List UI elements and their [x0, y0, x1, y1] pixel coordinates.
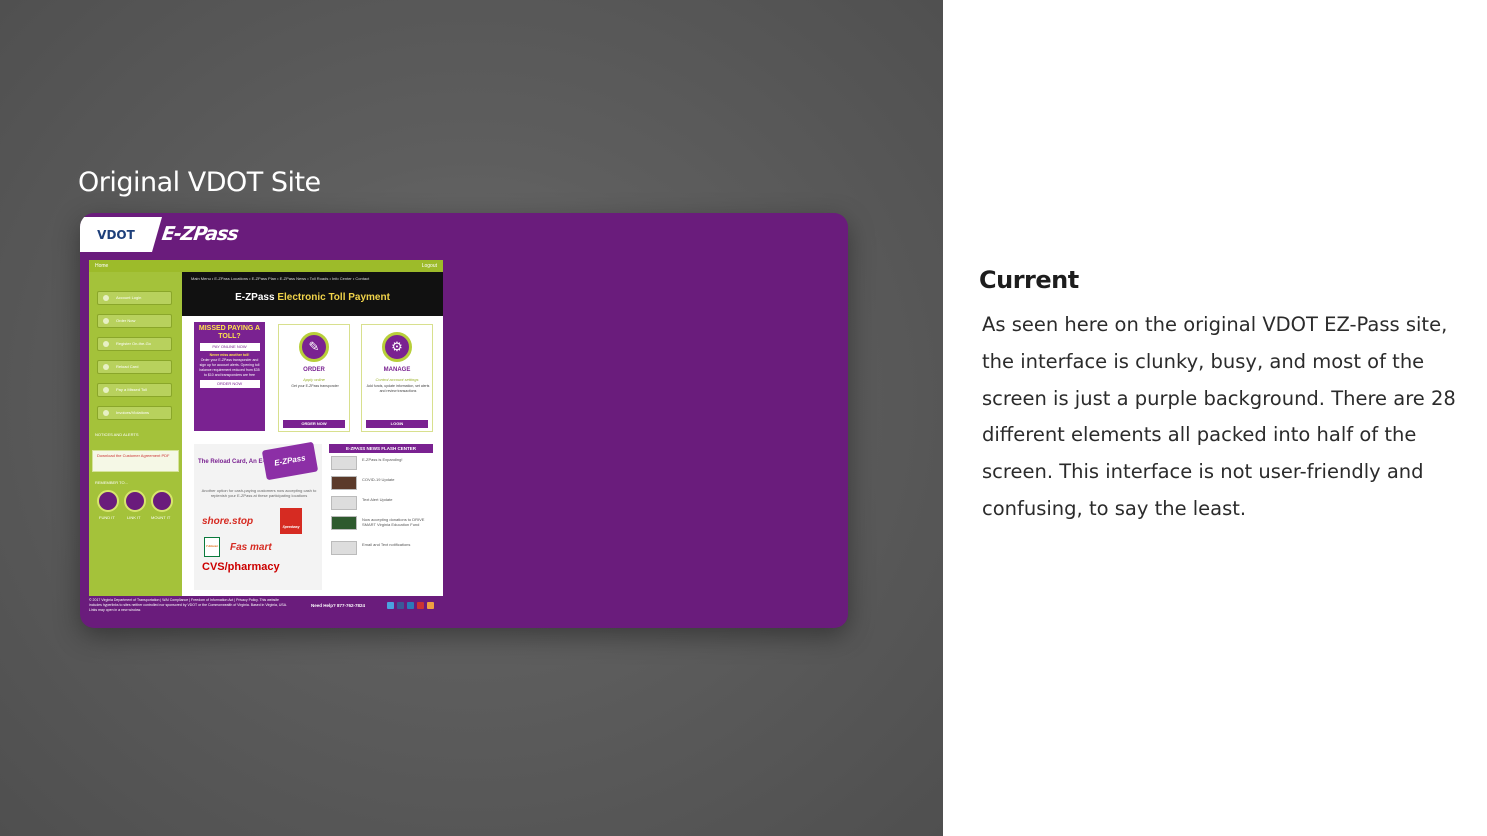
- mount-it-icon[interactable]: [151, 490, 173, 512]
- site-sidebar: Account Login Order Now Register On-the-…: [89, 272, 182, 596]
- ezpass-logo: E-ZPass: [160, 223, 240, 245]
- missed-desc: Order your E-ZPass transponder and sign …: [199, 358, 260, 377]
- panel-title: Current: [979, 266, 1079, 294]
- youtube-icon[interactable]: [417, 602, 424, 609]
- news-item[interactable]: E-ZPass is Expanding!: [329, 456, 433, 472]
- notice-link[interactable]: Download the Customer Agreement PDF: [92, 450, 179, 472]
- left-panel: Original VDOT Site VDOT E-ZPass Home Log…: [0, 0, 943, 836]
- pay-online-button[interactable]: PAY ONLINE NOW: [199, 343, 260, 351]
- sidebar-item-register[interactable]: Register On-the-Go: [97, 337, 172, 351]
- vdot-logo: VDOT: [80, 217, 162, 252]
- fund-it-icon[interactable]: [97, 490, 119, 512]
- card-icon: [103, 364, 109, 370]
- link-it-icon[interactable]: [124, 490, 146, 512]
- notices-label: NOTICES AND ALERTS: [95, 432, 139, 437]
- reload-text: Another option for cash-paying customers…: [201, 488, 317, 498]
- news-item[interactable]: Email and Text notifications: [329, 541, 433, 557]
- seven-eleven-logo: 7-Eleven: [204, 537, 220, 557]
- banner-title: E-ZPass Electronic Toll Payment: [235, 292, 390, 303]
- news-title: E-ZPASS NEWS FLASH CENTER: [329, 444, 433, 453]
- manage-title: MANAGE: [383, 367, 411, 373]
- footer-text: © 2017 Virginia Department of Transporta…: [89, 598, 288, 612]
- site-topbar: Home Logout: [89, 260, 443, 272]
- manage-sub: Control account settings: [375, 377, 419, 382]
- manage-text: Add funds, update information, set alert…: [366, 384, 430, 393]
- shore-stop-logo: shore.stop: [202, 516, 254, 527]
- alert-icon: [103, 410, 109, 416]
- missed-title: MISSED PAYING A TOLL?: [198, 325, 261, 340]
- reload-card-section: The Reload Card, An E-Z Payment Option E…: [194, 441, 322, 590]
- cvs-logo: CVS/pharmacy: [202, 561, 280, 573]
- main-nav: Main Menu • E-ZPass Locations • E-ZPass …: [182, 272, 443, 316]
- toll-icon: [103, 387, 109, 393]
- reload-card-image: E-ZPass: [261, 441, 319, 481]
- gears-icon: ⚙: [382, 332, 412, 362]
- linkedin-icon[interactable]: [407, 602, 414, 609]
- missed-toll-card: MISSED PAYING A TOLL? PAY ONLINE NOW Nev…: [194, 322, 265, 431]
- news-item[interactable]: Text Alert Update: [329, 496, 433, 512]
- logout-link[interactable]: Logout: [422, 260, 437, 272]
- order-card: ✎ ORDER Apply online Get your E-ZPass tr…: [278, 324, 350, 432]
- sidebar-item-invoices[interactable]: Invoices/Violations: [97, 406, 172, 420]
- check-icon: [103, 341, 109, 347]
- order-text: Get your E-ZPass transponder: [291, 384, 339, 388]
- section-heading: Original VDOT Site: [78, 167, 321, 198]
- site-main: Main Menu • E-ZPass Locations • E-ZPass …: [182, 272, 443, 596]
- news-item[interactable]: COVID-19 Update: [329, 476, 433, 492]
- pencil-icon: ✎: [299, 332, 329, 362]
- remember-label: REMEMBER TO...: [95, 480, 128, 485]
- link-it-label: LINK IT: [127, 515, 141, 520]
- mini-site: Home Logout Account Login Order Now Regi…: [89, 260, 443, 596]
- fund-it-label: FUND IT: [99, 515, 115, 520]
- manage-card: ⚙ MANAGE Control account settings Add fu…: [361, 324, 433, 432]
- fas-mart-logo: Fas mart: [230, 542, 272, 553]
- pen-icon: [103, 318, 109, 324]
- help-phone: Need Help? 877-762-7824: [311, 603, 366, 608]
- sidebar-item-account-login[interactable]: Account Login: [97, 291, 172, 305]
- order-now-button[interactable]: ORDER NOW: [283, 420, 345, 428]
- sidebar-item-pay-missed-toll[interactable]: Pay a Missed Toll: [97, 383, 172, 397]
- speedway-logo: Speedway: [280, 508, 302, 534]
- sidebar-item-reload-card[interactable]: Reload Card: [97, 360, 172, 374]
- lock-icon: [103, 295, 109, 301]
- rss-icon[interactable]: [427, 602, 434, 609]
- facebook-icon[interactable]: [397, 602, 404, 609]
- login-button[interactable]: LOGIN: [366, 420, 428, 428]
- panel-body: As seen here on the original VDOT EZ-Pas…: [982, 313, 1456, 520]
- home-link[interactable]: Home: [95, 260, 108, 272]
- order-sub: Apply online: [303, 377, 325, 382]
- twitter-icon[interactable]: [387, 602, 394, 609]
- news-flash-center: E-ZPASS NEWS FLASH CENTER E-ZPass is Exp…: [329, 444, 433, 584]
- site-footer: © 2017 Virginia Department of Transporta…: [89, 598, 443, 620]
- missed-order-button[interactable]: ORDER NOW: [199, 380, 260, 388]
- sidebar-item-order-now[interactable]: Order Now: [97, 314, 172, 328]
- mount-it-label: MOUNT IT: [151, 515, 171, 520]
- news-item[interactable]: Now accepting donations to DRIVE SMART V…: [329, 516, 433, 532]
- nav-links[interactable]: Main Menu • E-ZPass Locations • E-ZPass …: [191, 276, 369, 281]
- screenshot-frame: VDOT E-ZPass Home Logout Account Login O…: [80, 213, 848, 628]
- order-title: ORDER: [303, 367, 325, 373]
